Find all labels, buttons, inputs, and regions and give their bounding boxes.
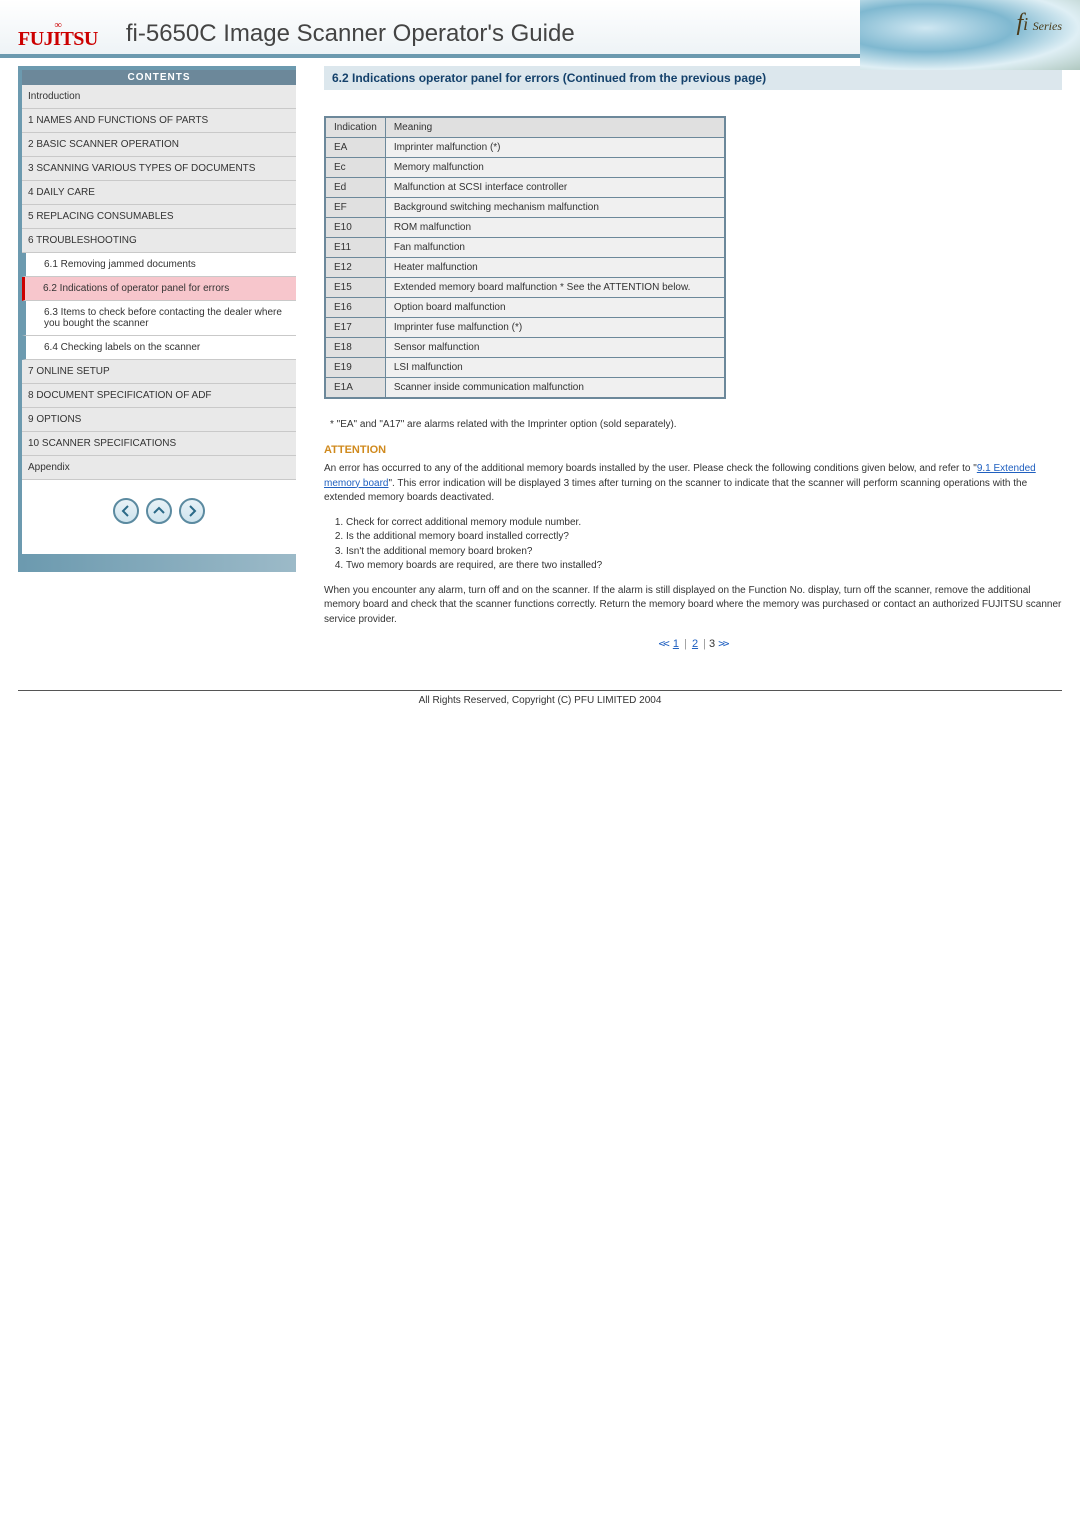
error-code: E16 bbox=[325, 298, 385, 318]
sidebar-item[interactable]: 5 REPLACING CONSUMABLES bbox=[22, 205, 296, 229]
page-prev[interactable]: << bbox=[659, 637, 668, 650]
table-row: EcMemory malfunction bbox=[325, 158, 725, 178]
table-header-meaning: Meaning bbox=[385, 117, 725, 138]
closing-paragraph: When you encounter any alarm, turn off a… bbox=[324, 584, 1062, 628]
sidebar-item[interactable]: 10 SCANNER SPECIFICATIONS bbox=[22, 432, 296, 456]
sidebar-item[interactable]: 3 SCANNING VARIOUS TYPES OF DOCUMENTS bbox=[22, 157, 296, 181]
error-code: E1A bbox=[325, 378, 385, 399]
error-meaning: Imprinter fuse malfunction (*) bbox=[385, 318, 725, 338]
error-table: Indication Meaning EAImprinter malfuncti… bbox=[324, 116, 726, 399]
sidebar: CONTENTS Introduction1 NAMES AND FUNCTIO… bbox=[18, 66, 296, 572]
header: ∞ FUJITSU fi-5650C Image Scanner Operato… bbox=[0, 0, 1080, 58]
table-row: E15Extended memory board malfunction * S… bbox=[325, 278, 725, 298]
table-header-indication: Indication bbox=[325, 117, 385, 138]
attention-heading: ATTENTION bbox=[324, 444, 1062, 456]
sidebar-item[interactable]: Introduction bbox=[22, 85, 296, 109]
error-code: Ec bbox=[325, 158, 385, 178]
error-meaning: Sensor malfunction bbox=[385, 338, 725, 358]
page-link-2[interactable]: 2 bbox=[692, 638, 698, 650]
table-row: E11Fan malfunction bbox=[325, 238, 725, 258]
page-current: 3 bbox=[709, 638, 715, 650]
page-next[interactable]: >> bbox=[718, 637, 727, 650]
brand-logo-text: FUJITSU bbox=[18, 30, 98, 48]
table-row: EdMalfunction at SCSI interface controll… bbox=[325, 178, 725, 198]
attention-text-pre: An error has occurred to any of the addi… bbox=[324, 463, 977, 474]
sidebar-item[interactable]: 1 NAMES AND FUNCTIONS OF PARTS bbox=[22, 109, 296, 133]
contents-header: CONTENTS bbox=[22, 70, 296, 85]
condition-item: Isn't the additional memory board broken… bbox=[346, 545, 1062, 560]
error-code: Ed bbox=[325, 178, 385, 198]
error-code: E12 bbox=[325, 258, 385, 278]
condition-item: Is the additional memory board installed… bbox=[346, 530, 1062, 545]
sidebar-item[interactable]: 8 DOCUMENT SPECIFICATION OF ADF bbox=[22, 384, 296, 408]
sidebar-item[interactable]: 6 TROUBLESHOOTING bbox=[22, 229, 296, 253]
table-row: EAImprinter malfunction (*) bbox=[325, 138, 725, 158]
sidebar-item[interactable]: 9 OPTIONS bbox=[22, 408, 296, 432]
nav-prev-button[interactable] bbox=[113, 498, 139, 524]
error-meaning: Fan malfunction bbox=[385, 238, 725, 258]
page-title: fi-5650C Image Scanner Operator's Guide bbox=[126, 20, 575, 48]
conditions-list: Check for correct additional memory modu… bbox=[346, 516, 1062, 574]
error-meaning: LSI malfunction bbox=[385, 358, 725, 378]
brand-logo: ∞ FUJITSU bbox=[18, 21, 98, 48]
error-code: E11 bbox=[325, 238, 385, 258]
footer-divider bbox=[18, 690, 1062, 691]
table-row: E10ROM malfunction bbox=[325, 218, 725, 238]
error-code: E18 bbox=[325, 338, 385, 358]
series-badge: fi Series bbox=[860, 0, 1080, 70]
sidebar-footer-bar bbox=[22, 554, 296, 572]
table-footnote: * "EA" and "A17" are alarms related with… bbox=[330, 419, 1062, 430]
error-meaning: Background switching mechanism malfuncti… bbox=[385, 198, 725, 218]
sidebar-subitem[interactable]: 6.1 Removing jammed documents bbox=[22, 253, 296, 277]
sidebar-subitem[interactable]: 6.4 Checking labels on the scanner bbox=[22, 336, 296, 360]
error-meaning: Imprinter malfunction (*) bbox=[385, 138, 725, 158]
sidebar-item[interactable]: Appendix bbox=[22, 456, 296, 480]
pagination: << 1 | 2 | 3 >> bbox=[324, 637, 1062, 650]
sidebar-item[interactable]: 4 DAILY CARE bbox=[22, 181, 296, 205]
table-row: E1AScanner inside communication malfunct… bbox=[325, 378, 725, 399]
error-code: E15 bbox=[325, 278, 385, 298]
table-row: E16Option board malfunction bbox=[325, 298, 725, 318]
nav-controls bbox=[22, 480, 296, 554]
error-code: EF bbox=[325, 198, 385, 218]
error-meaning: Scanner inside communication malfunction bbox=[385, 378, 725, 399]
table-row: E17Imprinter fuse malfunction (*) bbox=[325, 318, 725, 338]
sidebar-item[interactable]: 7 ONLINE SETUP bbox=[22, 360, 296, 384]
sidebar-subitem[interactable]: 6.3 Items to check before contacting the… bbox=[22, 301, 296, 336]
page-link-1[interactable]: 1 bbox=[673, 638, 679, 650]
error-code: E19 bbox=[325, 358, 385, 378]
attention-text-post: ". This error indication will be display… bbox=[324, 478, 1027, 504]
main-content: 6.2 Indications operator panel for error… bbox=[324, 66, 1062, 650]
sidebar-subitem[interactable]: 6.2 Indications of operator panel for er… bbox=[22, 277, 296, 301]
attention-paragraph: An error has occurred to any of the addi… bbox=[324, 462, 1062, 506]
error-meaning: Heater malfunction bbox=[385, 258, 725, 278]
table-row: E12Heater malfunction bbox=[325, 258, 725, 278]
nav-up-button[interactable] bbox=[146, 498, 172, 524]
table-row: EFBackground switching mechanism malfunc… bbox=[325, 198, 725, 218]
error-meaning: Extended memory board malfunction * See … bbox=[385, 278, 725, 298]
error-meaning: Memory malfunction bbox=[385, 158, 725, 178]
error-code: E10 bbox=[325, 218, 385, 238]
condition-item: Two memory boards are required, are ther… bbox=[346, 559, 1062, 574]
error-meaning: Malfunction at SCSI interface controller bbox=[385, 178, 725, 198]
error-meaning: Option board malfunction bbox=[385, 298, 725, 318]
sidebar-item[interactable]: 2 BASIC SCANNER OPERATION bbox=[22, 133, 296, 157]
error-code: E17 bbox=[325, 318, 385, 338]
table-row: E18Sensor malfunction bbox=[325, 338, 725, 358]
table-row: E19LSI malfunction bbox=[325, 358, 725, 378]
footer-copyright: All Rights Reserved, Copyright (C) PFU L… bbox=[0, 695, 1080, 718]
error-code: EA bbox=[325, 138, 385, 158]
condition-item: Check for correct additional memory modu… bbox=[346, 516, 1062, 531]
error-meaning: ROM malfunction bbox=[385, 218, 725, 238]
series-label: fi Series bbox=[1016, 10, 1062, 37]
nav-next-button[interactable] bbox=[179, 498, 205, 524]
